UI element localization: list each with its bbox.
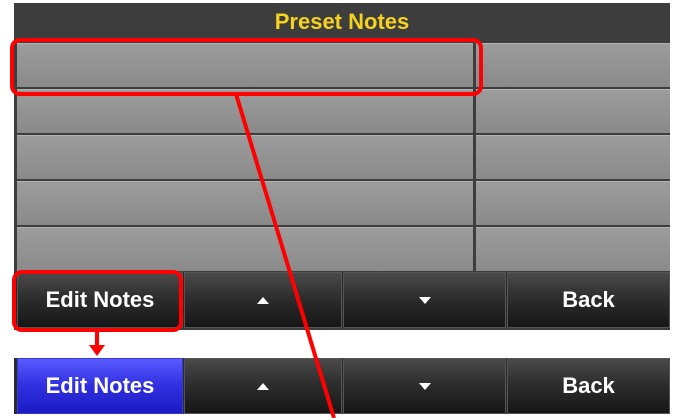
button-bar: Edit Notes Back (14, 272, 670, 328)
note-value-cell[interactable] (476, 89, 670, 133)
scroll-up-button[interactable] (184, 272, 342, 328)
list-item[interactable] (14, 227, 670, 271)
edit-notes-button[interactable]: Edit Notes (17, 272, 183, 328)
edit-notes-button-active[interactable]: Edit Notes (17, 358, 183, 414)
notes-list (14, 43, 670, 271)
scroll-down-button[interactable] (343, 272, 506, 328)
scroll-down-button[interactable] (343, 358, 506, 414)
note-cell[interactable] (17, 89, 473, 133)
note-cell[interactable] (17, 181, 473, 225)
back-button[interactable]: Back (507, 358, 670, 414)
panel-title: Preset Notes (14, 3, 670, 43)
note-cell[interactable] (17, 227, 473, 271)
note-value-cell[interactable] (476, 181, 670, 225)
triangle-down-icon (418, 296, 431, 304)
note-value-cell[interactable] (476, 43, 670, 87)
button-bar-active-state: Edit Notes Back (14, 358, 670, 414)
list-item[interactable] (14, 181, 670, 225)
note-value-cell[interactable] (476, 135, 670, 179)
back-button[interactable]: Back (507, 272, 670, 328)
list-item[interactable] (14, 135, 670, 179)
preset-notes-panel: Preset Notes Edit Notes Back (14, 3, 670, 330)
note-value-cell[interactable] (476, 227, 670, 271)
triangle-down-icon (418, 382, 431, 390)
note-cell[interactable] (17, 135, 473, 179)
note-cell[interactable] (17, 43, 473, 87)
list-item[interactable] (14, 43, 670, 87)
arrow-down-icon (89, 345, 105, 356)
triangle-up-icon (257, 296, 269, 304)
scroll-up-button[interactable] (184, 358, 342, 414)
triangle-up-icon (257, 382, 269, 390)
list-item[interactable] (14, 89, 670, 133)
